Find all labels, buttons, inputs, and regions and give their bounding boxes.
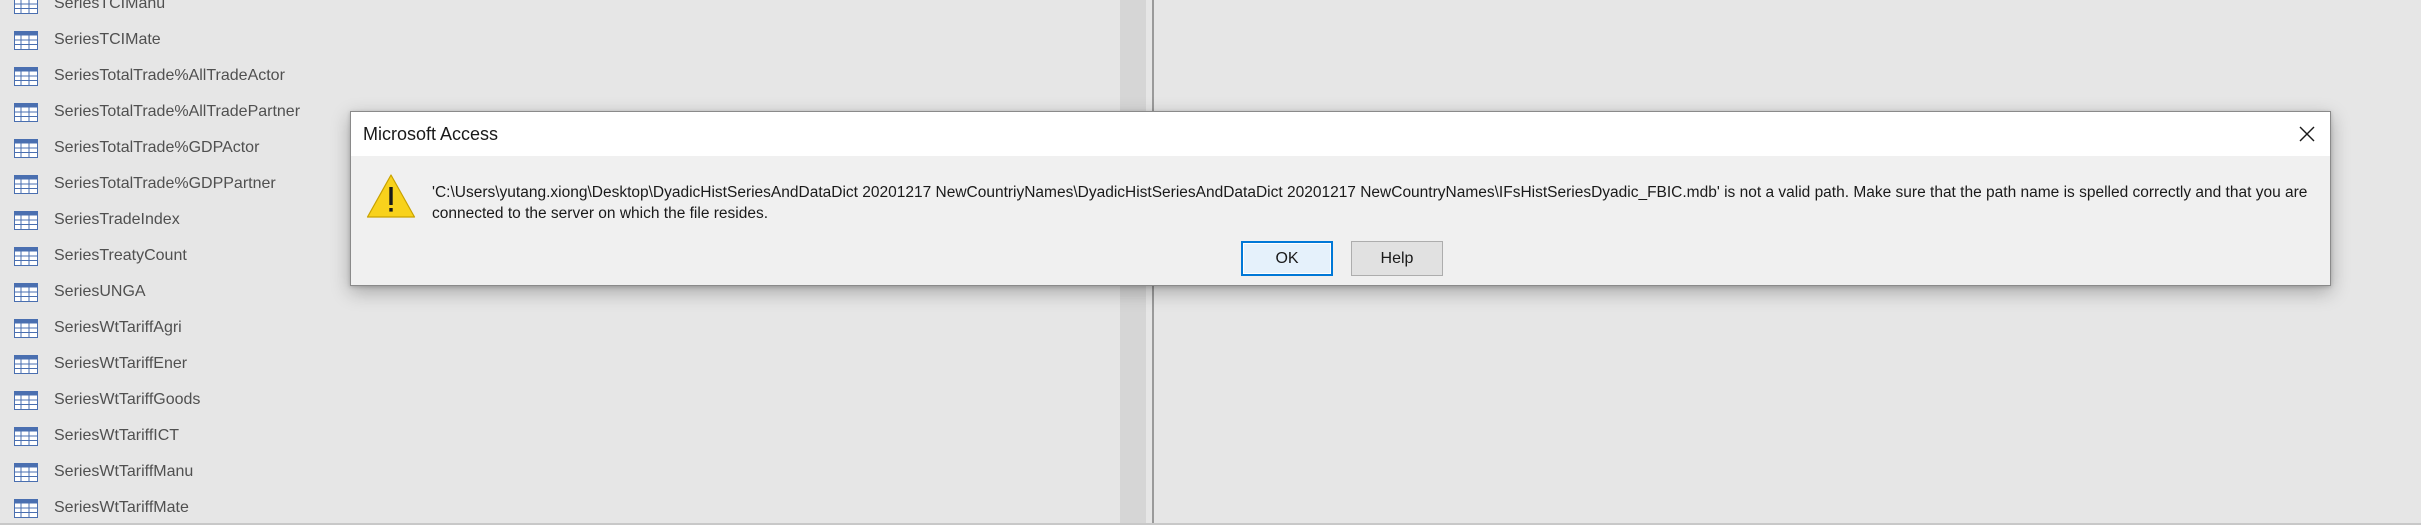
nav-item-label: SeriesTotalTrade%GDPPartner [54, 175, 276, 192]
nav-item-label: SeriesUNGA [54, 283, 146, 300]
message-line-2: connected to the server on which the fil… [432, 205, 769, 222]
nav-item[interactable]: SeriesTCIMate [0, 22, 300, 58]
table-icon [14, 498, 38, 518]
table-icon [14, 210, 38, 230]
nav-item-label: SeriesTreatyCount [54, 247, 187, 264]
help-button[interactable]: Help [1351, 241, 1443, 276]
nav-item-label: SeriesTotalTrade%GDPActor [54, 139, 260, 156]
table-icon [14, 390, 38, 410]
nav-item-label: SeriesWtTariffManu [54, 463, 194, 480]
nav-item[interactable]: SeriesWtTariffMate [0, 490, 300, 525]
nav-item[interactable]: SeriesWtTariffAgri [0, 310, 300, 346]
nav-item[interactable]: SeriesWtTariffGoods [0, 382, 300, 418]
nav-item[interactable]: SeriesTotalTrade%GDPActor [0, 130, 300, 166]
table-icon [14, 138, 38, 158]
close-button[interactable] [2284, 112, 2330, 156]
nav-item-label: SeriesWtTariffAgri [54, 319, 182, 336]
nav-item-label: SeriesWtTariffMate [54, 499, 189, 516]
dialog-titlebar[interactable]: Microsoft Access [351, 112, 2330, 156]
nav-item[interactable]: SeriesTotalTrade%AllTradeActor [0, 58, 300, 94]
nav-item[interactable]: SeriesWtTariffICT [0, 418, 300, 454]
close-icon [2299, 126, 2315, 142]
nav-item-label: SeriesTCIMate [54, 31, 161, 48]
nav-item-label: SeriesTotalTrade%AllTradePartner [54, 103, 301, 120]
table-icon [14, 462, 38, 482]
table-icon [14, 354, 38, 374]
message-line-1: 'C:\Users\yutang.xiong\Desktop\DyadicHis… [432, 184, 2308, 201]
nav-item-label: SeriesWtTariffEner [54, 355, 188, 372]
nav-item[interactable]: SeriesWtTariffManu [0, 454, 300, 490]
nav-item[interactable]: SeriesTradeIndex [0, 202, 300, 238]
nav-item[interactable]: SeriesWtTariffEner [0, 346, 300, 382]
error-dialog: Microsoft Access 'C:\Users\yutang.xiong\… [350, 111, 2331, 286]
warning-icon [366, 174, 416, 218]
nav-item-label: SeriesTotalTrade%AllTradeActor [54, 67, 285, 84]
dialog-title: Microsoft Access [363, 124, 499, 144]
table-icon [14, 426, 38, 446]
table-icon [14, 282, 38, 302]
nav-item[interactable]: SeriesUNGA [0, 274, 300, 310]
object-list: SeriesTCIManu SeriesTCIMate SeriesTotalTra… [0, 0, 300, 525]
table-icon [14, 246, 38, 266]
dialog-body: 'C:\Users\yutang.xiong\Desktop\DyadicHis… [351, 156, 2330, 285]
table-icon [14, 0, 38, 14]
nav-item[interactable]: SeriesTreatyCount [0, 238, 300, 274]
table-icon [14, 66, 38, 86]
nav-item[interactable]: SeriesTotalTrade%AllTradePartner [0, 94, 300, 130]
table-icon [14, 318, 38, 338]
nav-item[interactable]: SeriesTotalTrade%GDPPartner [0, 166, 300, 202]
nav-item[interactable]: SeriesTCIManu [0, 0, 300, 22]
nav-item-label: SeriesWtTariffICT [54, 427, 180, 444]
nav-item-label: SeriesTCIManu [54, 0, 166, 12]
table-icon [14, 30, 38, 50]
nav-item-label: SeriesTradeIndex [54, 211, 180, 228]
nav-item-label: SeriesWtTariffGoods [54, 391, 201, 408]
ok-button[interactable]: OK [1241, 241, 1333, 276]
table-icon [14, 174, 38, 194]
table-icon [14, 102, 38, 122]
error-message: 'C:\Users\yutang.xiong\Desktop\DyadicHis… [432, 182, 2317, 224]
